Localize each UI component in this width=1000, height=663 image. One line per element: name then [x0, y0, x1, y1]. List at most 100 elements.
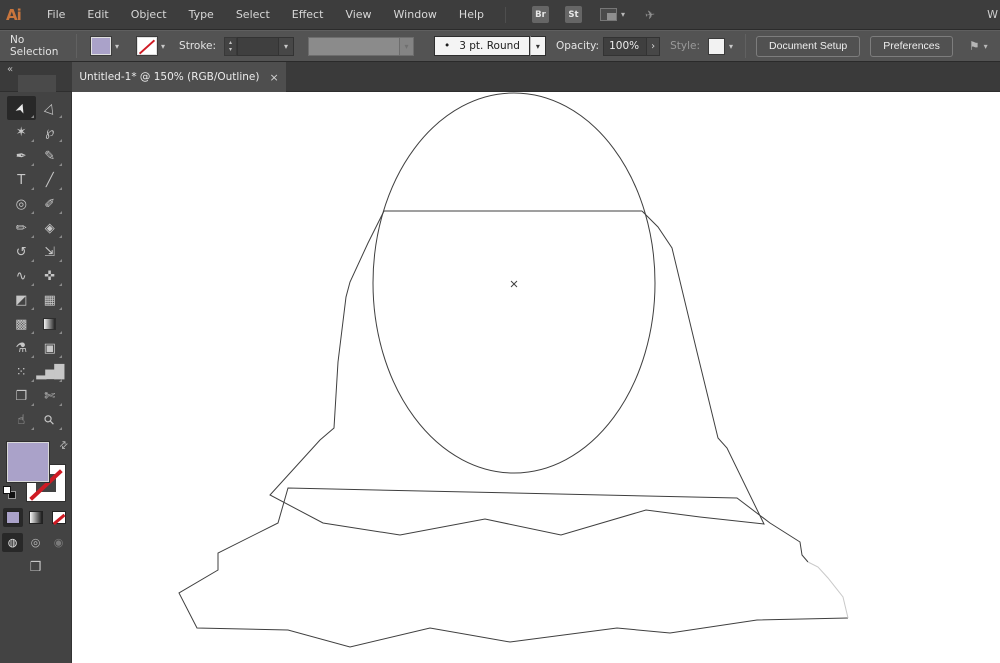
bridge-button[interactable]: Br [532, 6, 549, 23]
menu-window[interactable]: Window [383, 0, 448, 29]
brush-definition-chevron[interactable]: ▾ [529, 36, 546, 56]
canvas[interactable] [72, 92, 1000, 663]
stepper-up-icon[interactable]: ▴ [229, 39, 232, 46]
blend-tool[interactable]: ▣ [36, 336, 65, 360]
draw-inside-button[interactable]: ◉ [48, 533, 69, 552]
close-icon[interactable]: × [269, 71, 278, 84]
fill-color-dropdown[interactable]: ▾ [90, 36, 123, 56]
fill-color-swatch[interactable] [90, 36, 112, 56]
perspective-grid-tool[interactable]: ▦ [36, 288, 65, 312]
lasso-tool[interactable]: ℘ [36, 120, 65, 144]
type-tool[interactable]: T [7, 168, 36, 192]
stroke-none-swatch[interactable] [136, 36, 159, 56]
slice-tool[interactable]: ✄ [36, 384, 65, 408]
stroke-weight-stepper[interactable]: ▴ ▾ [224, 36, 238, 56]
stroke-weight-value[interactable] [237, 36, 280, 56]
draw-normal-button[interactable]: ◍ [2, 533, 23, 552]
document-setup-button[interactable]: Document Setup [756, 35, 861, 57]
brush-preview-dot: • [444, 40, 451, 52]
perspective-grid-icon: ▦ [43, 292, 56, 308]
shaper-tool[interactable]: ✏ [7, 216, 36, 240]
symbol-sprayer-tool[interactable]: ⁙ [7, 360, 36, 384]
opacity-arrow-button[interactable]: › [647, 36, 661, 56]
divider [745, 34, 747, 58]
artboard-tool[interactable]: ❐ [7, 384, 36, 408]
drape-outline[interactable] [178, 487, 849, 648]
default-fill-stroke-icon[interactable] [3, 486, 16, 499]
brush-definition-dropdown[interactable]: • 3 pt. Round [434, 36, 530, 56]
menu-select[interactable]: Select [225, 0, 281, 29]
ellipse-icon: ◎ [15, 196, 27, 212]
width-tool[interactable]: ∿ [7, 264, 36, 288]
scale-icon: ⇲ [44, 244, 56, 260]
change-screen-mode-button[interactable]: ❒ [0, 560, 71, 575]
style-chevron[interactable]: ▾ [725, 42, 737, 51]
scale-tool[interactable]: ⇲ [36, 240, 65, 264]
slice-icon: ✄ [44, 388, 56, 404]
artwork[interactable] [72, 92, 999, 662]
menu-effect[interactable]: Effect [281, 0, 335, 29]
hijab-outline[interactable] [269, 210, 765, 536]
swap-fill-stroke-icon[interactable]: ⇄ [57, 439, 71, 453]
center-mark [510, 280, 518, 288]
none-button[interactable] [49, 508, 69, 527]
draw-behind-button[interactable]: ◎ [25, 533, 46, 552]
lasso-icon: ℘ [45, 124, 55, 140]
fill-indicator[interactable] [6, 441, 50, 483]
pen-tool[interactable]: ✒ [7, 144, 36, 168]
align-flag-icon[interactable]: ⚑ [969, 39, 980, 53]
width-profile-dropdown [308, 36, 401, 56]
menu-file[interactable]: File [36, 0, 76, 29]
paintbrush-tool[interactable]: ✐ [36, 192, 65, 216]
share-icon[interactable]: ✈ [644, 7, 656, 22]
document-tab[interactable]: Untitled-1* @ 150% (RGB/Outline) × [72, 62, 286, 92]
workspace-layout-icon[interactable] [600, 8, 617, 21]
drape-outline-faded[interactable] [807, 561, 849, 619]
stroke-color-dropdown[interactable]: ▾ [136, 36, 169, 56]
shape-builder-tool[interactable]: ◩ [7, 288, 36, 312]
chevron-down-icon[interactable]: ▾ [984, 42, 988, 51]
shaper-icon: ✏ [15, 220, 27, 236]
rotate-tool[interactable]: ↺ [7, 240, 36, 264]
menu-object[interactable]: Object [120, 0, 178, 29]
work-area: ➤ ▷ ✶ ℘ ✒ ✎ T ╱ ◎ ✐ ✏ ◈ ↺ ⇲ ∿ ✜ ◩ ▦ ▩ ⚗ ▣ ⁙ ▂▅█ ❐ ✄ ☝ ⚲ ⇄ ◍ ◎ ◉ ❒ [0, 92, 1000, 663]
line-segment-tool[interactable]: ╱ [36, 168, 65, 192]
gradient-tool[interactable] [36, 312, 65, 336]
face-ellipse[interactable] [372, 92, 656, 474]
style-label: Style: [670, 40, 701, 52]
stock-button[interactable]: St [565, 6, 582, 23]
column-graph-tool[interactable]: ▂▅█ [36, 360, 64, 384]
curvature-tool[interactable]: ✎ [36, 144, 65, 168]
menu-type[interactable]: Type [178, 0, 225, 29]
gradient-button[interactable] [26, 508, 46, 527]
style-swatch[interactable] [708, 37, 726, 55]
document-tab-title: Untitled-1* @ 150% (RGB/Outline) [79, 71, 260, 83]
eraser-tool[interactable]: ◈ [36, 216, 65, 240]
chevron-down-icon[interactable]: ▾ [111, 42, 123, 51]
none-icon [51, 511, 66, 524]
collapse-panel-icon[interactable]: « [7, 64, 13, 75]
preferences-button[interactable]: Preferences [870, 35, 953, 57]
direct-selection-tool[interactable]: ▷ [36, 96, 65, 120]
stroke-weight-chevron[interactable]: ▾ [279, 36, 295, 56]
tools-panel-stub [18, 75, 56, 92]
chevron-down-icon[interactable]: ▾ [157, 42, 169, 51]
mesh-tool[interactable]: ▩ [7, 312, 36, 336]
stepper-down-icon[interactable]: ▾ [229, 46, 232, 53]
menu-edit[interactable]: Edit [76, 0, 119, 29]
menu-view[interactable]: View [334, 0, 382, 29]
opacity-value[interactable]: 100% [603, 36, 648, 56]
magic-wand-tool[interactable]: ✶ [7, 120, 36, 144]
zoom-icon: ⚲ [41, 411, 59, 429]
color-button[interactable] [2, 508, 23, 527]
ellipse-tool[interactable]: ◎ [7, 192, 36, 216]
hand-tool[interactable]: ☝ [7, 408, 36, 432]
shape-builder-icon: ◩ [15, 292, 28, 308]
puppet-warp-tool[interactable]: ✜ [36, 264, 65, 288]
selection-tool[interactable]: ➤ [7, 96, 36, 120]
gradient-icon [43, 318, 57, 330]
chevron-down-icon[interactable]: ▾ [621, 10, 625, 19]
menu-help[interactable]: Help [448, 0, 495, 29]
zoom-tool[interactable]: ⚲ [36, 408, 65, 432]
eyedropper-tool[interactable]: ⚗ [7, 336, 36, 360]
